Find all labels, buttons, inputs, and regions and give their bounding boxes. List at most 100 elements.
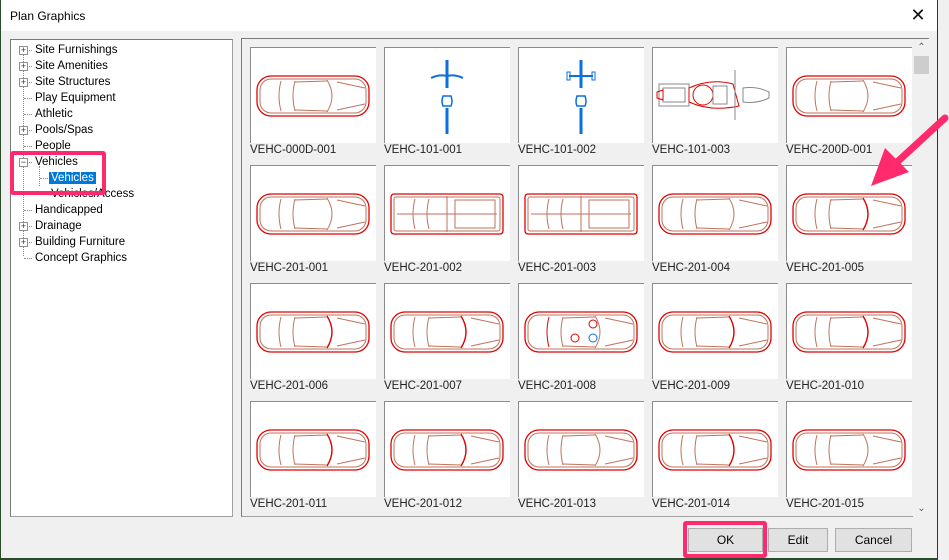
graphic-thumbnail[interactable]: [250, 165, 376, 261]
plan-graphics-dialog: Plan Graphics ✕ Site Furnishings + Site Am…: [0, 0, 938, 560]
car-icon: [524, 429, 638, 471]
graphic-thumbnail[interactable]: [250, 401, 376, 497]
graphic-label: VEHC-101-001: [384, 144, 462, 156]
graphic-tile[interactable]: VEHC-201-003: [518, 165, 644, 277]
car-icon: [792, 429, 906, 471]
graphic-tile[interactable]: VEHC-201-007: [384, 283, 510, 395]
tree-connector: [24, 258, 32, 259]
car-icon: [256, 311, 370, 353]
cancel-button[interactable]: Cancel: [835, 528, 912, 552]
tree-item[interactable]: Site Furnishings: [33, 42, 119, 58]
tree-item[interactable]: Drainage: [33, 218, 84, 234]
graphic-tile[interactable]: VEHC-201-015: [786, 401, 912, 513]
graphic-thumbnail[interactable]: [250, 47, 376, 143]
graphic-label: VEHC-101-003: [652, 144, 730, 156]
graphic-tile[interactable]: VEHC-000D-001: [250, 47, 376, 159]
graphic-label: VEHC-201-009: [652, 380, 730, 392]
scroll-thumb[interactable]: [914, 56, 929, 74]
expand-icon[interactable]: +: [19, 126, 28, 135]
graphic-tile[interactable]: VEHC-201-002: [384, 165, 510, 277]
car-icon: [256, 193, 370, 235]
graphic-tile[interactable]: VEHC-101-002: [518, 47, 644, 159]
graphic-thumbnail[interactable]: [786, 283, 912, 379]
graphic-tile[interactable]: VEHC-201-001: [250, 165, 376, 277]
car-icon: [390, 311, 504, 353]
graphic-thumbnail[interactable]: [384, 283, 510, 379]
truck-icon: [524, 193, 638, 235]
graphic-thumbnail[interactable]: [518, 283, 644, 379]
expand-icon[interactable]: +: [19, 62, 28, 71]
graphic-tile[interactable]: VEHC-201-008: [518, 283, 644, 395]
tree-item-label: Pools/Spas: [35, 124, 94, 136]
expand-icon[interactable]: +: [19, 78, 28, 87]
tree-item[interactable]: Concept Graphics: [33, 250, 129, 266]
tree-connector: [24, 146, 32, 147]
graphic-tile[interactable]: VEHC-201-014: [652, 401, 778, 513]
graphic-label: VEHC-201-007: [384, 380, 462, 392]
graphic-label: VEHC-201-005: [786, 262, 864, 274]
close-icon[interactable]: ✕: [905, 3, 931, 27]
vehicles-highlight-box: [10, 151, 106, 195]
graphic-label: VEHC-201-012: [384, 498, 462, 510]
expand-icon[interactable]: +: [19, 222, 28, 231]
graphic-tile[interactable]: VEHC-201-010: [786, 283, 912, 395]
graphic-label: VEHC-101-002: [518, 144, 596, 156]
expand-icon[interactable]: +: [19, 238, 28, 247]
graphic-thumbnail[interactable]: [652, 165, 778, 261]
tree-item-label: Drainage: [35, 220, 82, 232]
dialog-title: Plan Graphics: [10, 9, 86, 23]
tree-item[interactable]: Athletic: [33, 106, 75, 122]
graphic-thumbnail[interactable]: [384, 165, 510, 261]
tree-item-label: Athletic: [35, 108, 73, 120]
tree-item-label: Concept Graphics: [35, 252, 128, 264]
scroll-down-icon[interactable]: ⌄: [913, 500, 930, 517]
tree-item-label: Site Structures: [35, 76, 111, 88]
tree-item[interactable]: Play Equipment: [33, 90, 118, 106]
category-tree[interactable]: Site Furnishings + Site Amenities + Site Str…: [10, 39, 233, 517]
graphic-label: VEHC-200D-001: [786, 144, 873, 156]
truck-icon: [390, 193, 504, 235]
graphic-tile[interactable]: VEHC-201-011: [250, 401, 376, 513]
graphic-tile[interactable]: VEHC-201-004: [652, 165, 778, 277]
graphic-tile[interactable]: VEHC-201-013: [518, 401, 644, 513]
graphic-label: VEHC-201-015: [786, 498, 864, 510]
graphic-thumbnail[interactable]: [250, 283, 376, 379]
graphic-thumbnail[interactable]: [652, 401, 778, 497]
graphic-thumbnail[interactable]: [384, 401, 510, 497]
convertible-icon: [524, 311, 638, 353]
graphic-thumbnail[interactable]: [652, 283, 778, 379]
graphic-thumbnail[interactable]: [518, 47, 644, 143]
graphic-tile[interactable]: VEHC-201-009: [652, 283, 778, 395]
graphic-label: VEHC-201-004: [652, 262, 730, 274]
expand-icon[interactable]: +: [19, 46, 28, 55]
graphic-tile[interactable]: VEHC-101-003: [652, 47, 778, 159]
graphic-thumbnail[interactable]: [652, 47, 778, 143]
graphic-thumbnail[interactable]: [384, 47, 510, 143]
graphic-label: VEHC-201-010: [786, 380, 864, 392]
tree-item[interactable]: Pools/Spas: [33, 122, 95, 138]
tree-connector: [24, 114, 32, 115]
tree-item[interactable]: Site Amenities: [33, 58, 110, 74]
tree-item[interactable]: Handicapped: [33, 202, 105, 218]
tree-item[interactable]: Site Structures: [33, 74, 112, 90]
graphics-gallery: VEHC-000D-001 VEHC-101-001 VEHC-101-002 VEH…: [241, 38, 929, 517]
graphic-label: VEHC-201-013: [518, 498, 596, 510]
graphic-tile[interactable]: VEHC-201-012: [384, 401, 510, 513]
gallery-scrollbar[interactable]: ⌃ ⌄: [913, 39, 930, 517]
tree-item[interactable]: Building Furniture: [33, 234, 127, 250]
graphic-tile[interactable]: VEHC-201-006: [250, 283, 376, 395]
tree-item-label: Site Amenities: [35, 60, 108, 72]
graphic-thumbnail[interactable]: [786, 401, 912, 497]
graphic-thumbnail[interactable]: [518, 401, 644, 497]
bicycle-icon: [430, 60, 464, 134]
scroll-up-icon[interactable]: ⌃: [913, 39, 930, 56]
tree-connector: [24, 98, 32, 99]
graphic-label: VEHC-000D-001: [250, 144, 337, 156]
graphic-thumbnail[interactable]: [518, 165, 644, 261]
graphic-tile[interactable]: VEHC-101-001: [384, 47, 510, 159]
title-bar: Plan Graphics ✕: [1, 0, 937, 31]
graphic-label: VEHC-201-006: [250, 380, 328, 392]
graphic-label: VEHC-201-002: [384, 262, 462, 274]
graphic-label: VEHC-201-003: [518, 262, 596, 274]
edit-button[interactable]: Edit: [768, 528, 828, 552]
